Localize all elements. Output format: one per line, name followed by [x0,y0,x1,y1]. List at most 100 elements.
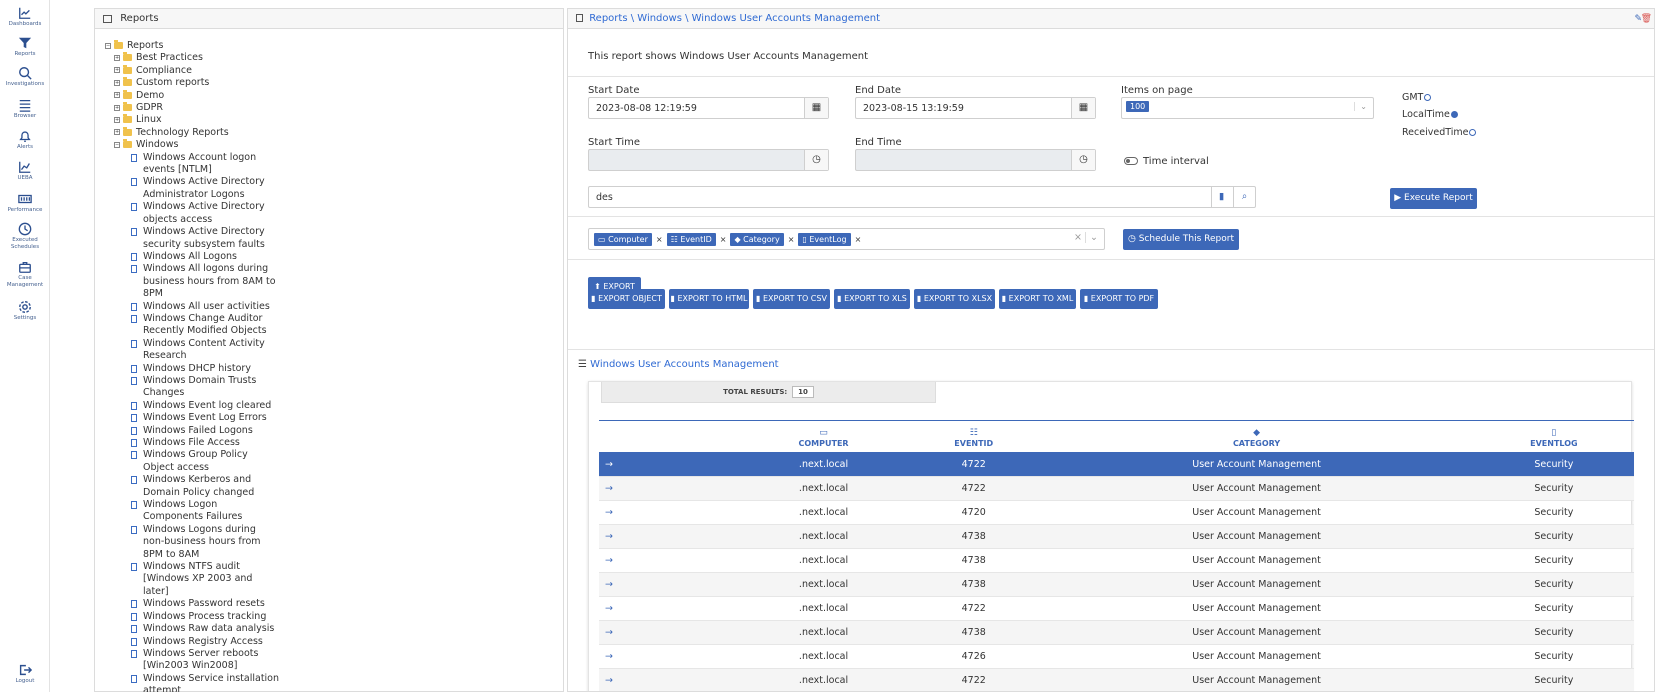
row-open-arrow-icon[interactable]: → [599,476,739,501]
clear-icon[interactable]: × [1074,232,1082,243]
tree-leaf-report[interactable]: Windows Raw data analysis [105,623,280,635]
tree-leaf-report[interactable]: Windows Server reboots [Win2003 Win2008] [105,648,280,673]
tree-leaf-report[interactable]: Windows Failed Logons [105,425,280,437]
clock-icon[interactable]: ◷ [804,150,828,170]
table-row[interactable]: → .next.local 4738 User Account Management S… [599,548,1634,573]
tree-node-folder[interactable]: + Linux [105,114,280,126]
row-open-arrow-icon[interactable]: → [599,548,739,573]
tree-leaf-report[interactable]: Windows Password resets [105,598,280,610]
header-computer[interactable]: ▭ COMPUTER [739,420,909,454]
header-eventid[interactable]: ☷ EVENTID [908,420,1040,454]
table-row[interactable]: → .next.local 4720 User Account Management S… [599,500,1634,525]
row-open-arrow-icon[interactable]: → [599,596,739,621]
tree-leaf-report[interactable]: Windows Event log cleared [105,400,280,412]
tree-leaf-report[interactable]: Windows Domain Trusts Changes [105,375,280,400]
tree-leaf-report[interactable]: Windows Content Activity Research [105,338,280,363]
trash-icon[interactable]: ▮ [1211,187,1231,207]
row-open-arrow-icon[interactable]: → [599,452,739,477]
radio-localtime[interactable] [1450,111,1458,118]
tree-leaf-report[interactable]: Windows Kerberos and Domain Policy chang… [105,474,280,499]
remove-chip-icon[interactable]: × [720,235,727,244]
expand-icon[interactable]: + [114,92,120,99]
tree-node-folder[interactable]: + Custom reports [105,77,280,89]
breadcrumb-text[interactable]: Reports \ Windows \ Windows User Account… [589,13,880,24]
tree-leaf-report[interactable]: Windows NTFS audit [Windows XP 2003 and … [105,561,280,598]
remove-chip-icon[interactable]: × [788,235,795,244]
results-title-text[interactable]: Windows User Accounts Management [590,359,778,370]
table-row[interactable]: → .next.local 4722 User Account Management S… [599,452,1634,477]
export-format-button[interactable]: ▮ EXPORT TO HTML [669,289,749,309]
start-time-input[interactable]: ◷ [588,149,829,171]
tree-node-folder[interactable]: + Compliance [105,64,280,77]
tree-leaf-report[interactable]: Windows Change Auditor Recently Modified… [105,313,280,338]
rail-item-case-management[interactable]: Case Management [0,260,50,289]
expand-icon[interactable]: + [114,79,120,86]
row-open-arrow-icon[interactable]: → [599,644,739,669]
row-open-arrow-icon[interactable]: → [599,524,739,549]
tree-leaf-report[interactable]: Windows Active Directory Administrator L… [105,176,280,201]
expand-icon[interactable]: + [114,54,120,61]
tree-leaf-report[interactable]: Windows Logon Components Failures [105,499,280,524]
column-chip[interactable]: ☷ EventID [666,233,716,246]
radio-receivedtime[interactable] [1469,129,1477,136]
rail-item-browser[interactable]: Browser [0,98,50,120]
end-time-input[interactable]: ◷ [855,149,1096,171]
tree-leaf-report[interactable]: Windows File Access [105,437,280,449]
rail-item-executed-schedules[interactable]: Executed Schedules [0,222,50,251]
tz-gmt-option[interactable]: GMT [1402,92,1432,103]
tree-leaf-report[interactable]: Windows Account logon events [NTLM] [105,152,280,177]
remove-chip-icon[interactable]: × [855,235,862,244]
tree-leaf-report[interactable]: Windows All logons during business hours… [105,263,280,300]
chevron-down-icon[interactable]: ⌄ [1354,102,1367,111]
end-date-input[interactable]: 2023-08-15 13:19:59 ▦ [855,97,1096,119]
rail-item-reports[interactable]: Reports [0,36,50,58]
expand-icon[interactable]: + [114,104,120,111]
tree-node-folder[interactable]: + Best Practices [105,52,280,64]
column-chip[interactable]: ◆ Category [730,233,784,246]
time-interval-toggle[interactable]: Time interval [1124,156,1209,167]
tree-leaf-report[interactable]: Windows Group Policy Object access [105,449,280,474]
row-open-arrow-icon[interactable]: → [599,572,739,597]
table-row[interactable]: → .next.local 4722 User Account Management S… [599,668,1634,691]
table-row[interactable]: → .next.local 4738 User Account Management S… [599,620,1634,645]
toggle-switch-icon[interactable] [1124,157,1138,165]
remove-chip-icon[interactable]: × [656,235,663,244]
export-format-button[interactable]: ▮ EXPORT TO XLS [834,289,910,309]
collapse-icon[interactable]: − [105,42,111,49]
tree-leaf-report[interactable]: Windows Active Directory objects access [105,201,280,226]
table-row[interactable]: → .next.local 4738 User Account Management S… [599,572,1634,597]
calendar-icon[interactable]: ▦ [804,98,828,118]
execute-report-button[interactable]: ▶ Execute Report [1390,188,1477,209]
delete-icon[interactable]: 🗑 [1641,14,1652,24]
expand-icon[interactable]: + [114,67,120,74]
table-row[interactable]: → .next.local 4738 User Account Management S… [599,524,1634,549]
tz-local-option[interactable]: LocalTime [1402,109,1458,120]
tree-leaf-report[interactable]: Windows All user activities [105,301,280,313]
header-eventlog[interactable]: ▯ EVENTLOG [1473,420,1634,454]
rail-item-dashboards[interactable]: Dashboards [0,6,50,28]
tree-node-windows[interactable]: − Windows [105,139,280,151]
rail-item-investigations[interactable]: Investigations [0,66,50,88]
export-format-button[interactable]: ▮ EXPORT OBJECT [588,289,665,309]
items-on-page-select[interactable]: 100 ⌄ [1121,97,1374,119]
expand-icon[interactable]: + [114,116,120,123]
row-open-arrow-icon[interactable]: → [599,500,739,525]
column-chip[interactable]: ▯ EventLog [798,233,851,246]
tree-node-folder[interactable]: + Demo [105,89,280,102]
tree-leaf-report[interactable]: Windows Event Log Errors [105,412,280,424]
expand-icon[interactable]: + [114,129,120,136]
table-row[interactable]: → .next.local 4722 User Account Management S… [599,476,1634,501]
tree-leaf-report[interactable]: Windows Process tracking [105,611,280,623]
export-format-button[interactable]: ▮ EXPORT TO XLSX [914,289,995,309]
row-open-arrow-icon[interactable]: → [599,620,739,645]
rail-item-performance[interactable]: Performance [0,192,50,214]
columns-select[interactable]: ▭ Computer × ☷ EventID × ◆ Category × ▯ EventL… [588,228,1105,250]
radio-gmt[interactable] [1424,94,1432,101]
table-row[interactable]: → .next.local 4726 User Account Management S… [599,644,1634,669]
search-icon[interactable]: ⌕ [1233,187,1255,207]
collapse-icon[interactable]: − [114,141,120,148]
rail-item-settings[interactable]: Settings [0,300,50,322]
tree-node-folder[interactable]: + GDPR [105,102,280,114]
tz-received-option[interactable]: ReceivedTime [1402,127,1477,138]
tree-leaf-report[interactable]: Windows Registry Access [105,636,280,648]
